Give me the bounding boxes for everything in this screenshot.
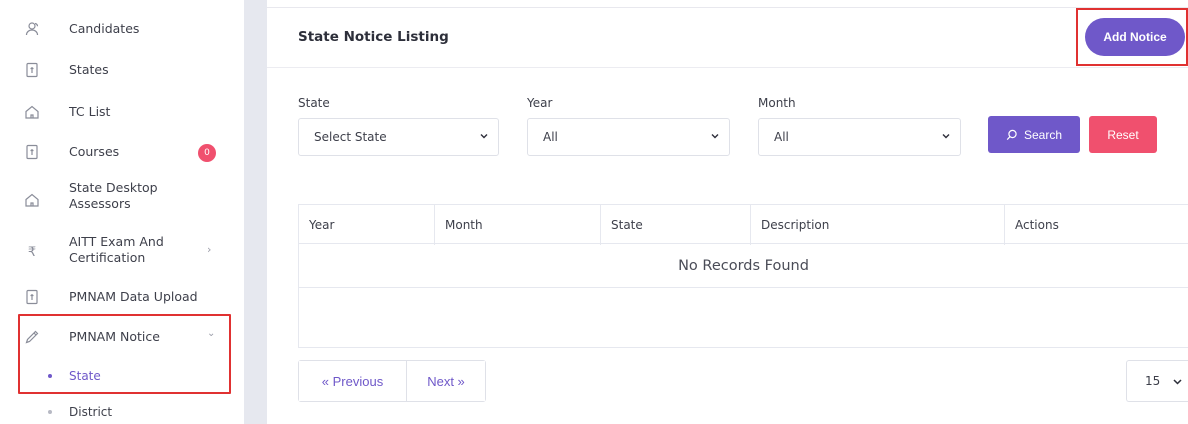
empty-table-message: No Records Found <box>298 244 1188 288</box>
home-icon <box>24 192 40 208</box>
search-icon <box>1006 129 1017 140</box>
page: Candidates States TC List Courses 0 Stat… <box>0 0 1188 424</box>
search-button-label: Search <box>1023 127 1063 142</box>
column-header-actions: Actions <box>1015 218 1059 232</box>
sidebar-item-label: AITT Exam And Certification <box>69 234 164 265</box>
column-header-year: Year <box>299 205 435 245</box>
divider <box>267 67 1188 68</box>
pmnam-notice-highlight <box>18 314 231 394</box>
per-page-select[interactable]: 15 <box>1126 360 1188 402</box>
sidebar-item-label: Candidates <box>69 21 140 36</box>
column-header-state: State <box>601 205 751 245</box>
chevron-down-icon <box>711 134 719 139</box>
page-title: State Notice Listing <box>298 29 449 45</box>
sidebar-subitem-district[interactable]: District <box>0 403 244 421</box>
state-select-value: Select State <box>314 130 387 144</box>
state-filter-label: State <box>298 96 330 110</box>
bullet-icon <box>48 410 52 414</box>
sidebar-item-label: PMNAM Data Upload <box>69 289 198 304</box>
reset-button[interactable]: Reset <box>1089 116 1157 153</box>
main-content: State Notice Listing Add Notice State Se… <box>267 0 1188 424</box>
year-select-value: All <box>543 130 558 144</box>
sidebar-item-label: States <box>69 62 109 77</box>
chevron-right-icon: › <box>207 243 212 256</box>
home-icon <box>24 104 40 120</box>
state-select[interactable]: Select State <box>298 118 499 156</box>
chevron-down-icon <box>1173 379 1182 385</box>
courses-count-badge: 0 <box>198 144 216 162</box>
sidebar-item-label: TC List <box>69 104 111 119</box>
column-header-description: Description <box>751 205 1005 245</box>
sidebar-item-states[interactable]: States <box>0 60 244 80</box>
document-icon <box>24 289 40 305</box>
sidebar-item-pmnam-data-upload[interactable]: PMNAM Data Upload <box>0 287 244 307</box>
month-select[interactable]: All <box>758 118 961 156</box>
add-notice-highlight <box>1076 8 1188 66</box>
month-select-value: All <box>774 130 789 144</box>
chevron-down-icon <box>942 134 950 139</box>
next-page-button[interactable]: Next » <box>407 361 485 401</box>
previous-page-button[interactable]: « Previous <box>299 361 407 401</box>
sidebar: Candidates States TC List Courses 0 Stat… <box>0 0 244 424</box>
sidebar-item-aitt-exam[interactable]: ₹ AITT Exam And Certification › <box>0 234 244 270</box>
sidebar-divider <box>244 0 267 424</box>
users-icon <box>24 21 40 37</box>
sidebar-item-candidates[interactable]: Candidates <box>0 19 244 39</box>
document-icon <box>24 144 40 160</box>
column-header-month: Month <box>435 205 601 245</box>
sidebar-item-label: Courses <box>69 144 120 159</box>
year-select[interactable]: All <box>527 118 730 156</box>
pagination: « Previous Next » <box>298 360 486 402</box>
year-filter-label: Year <box>527 96 553 110</box>
per-page-value: 15 <box>1145 374 1161 388</box>
divider <box>267 7 1188 8</box>
sidebar-item-label: State Desktop Assessors <box>69 180 158 211</box>
table-footer <box>298 288 1188 348</box>
document-icon <box>24 62 40 78</box>
sidebar-item-state-desktop-assessors[interactable]: State Desktop Assessors <box>0 180 244 216</box>
sidebar-item-tc-list[interactable]: TC List <box>0 102 244 122</box>
table-header: Year Month State Description Actions <box>298 204 1188 245</box>
month-filter-label: Month <box>758 96 796 110</box>
search-button[interactable]: Search <box>988 116 1080 153</box>
rupee-icon: ₹ <box>27 244 37 260</box>
chevron-down-icon <box>480 134 488 139</box>
sidebar-subitem-label: District <box>69 405 113 419</box>
sidebar-item-courses[interactable]: Courses 0 <box>0 142 244 162</box>
